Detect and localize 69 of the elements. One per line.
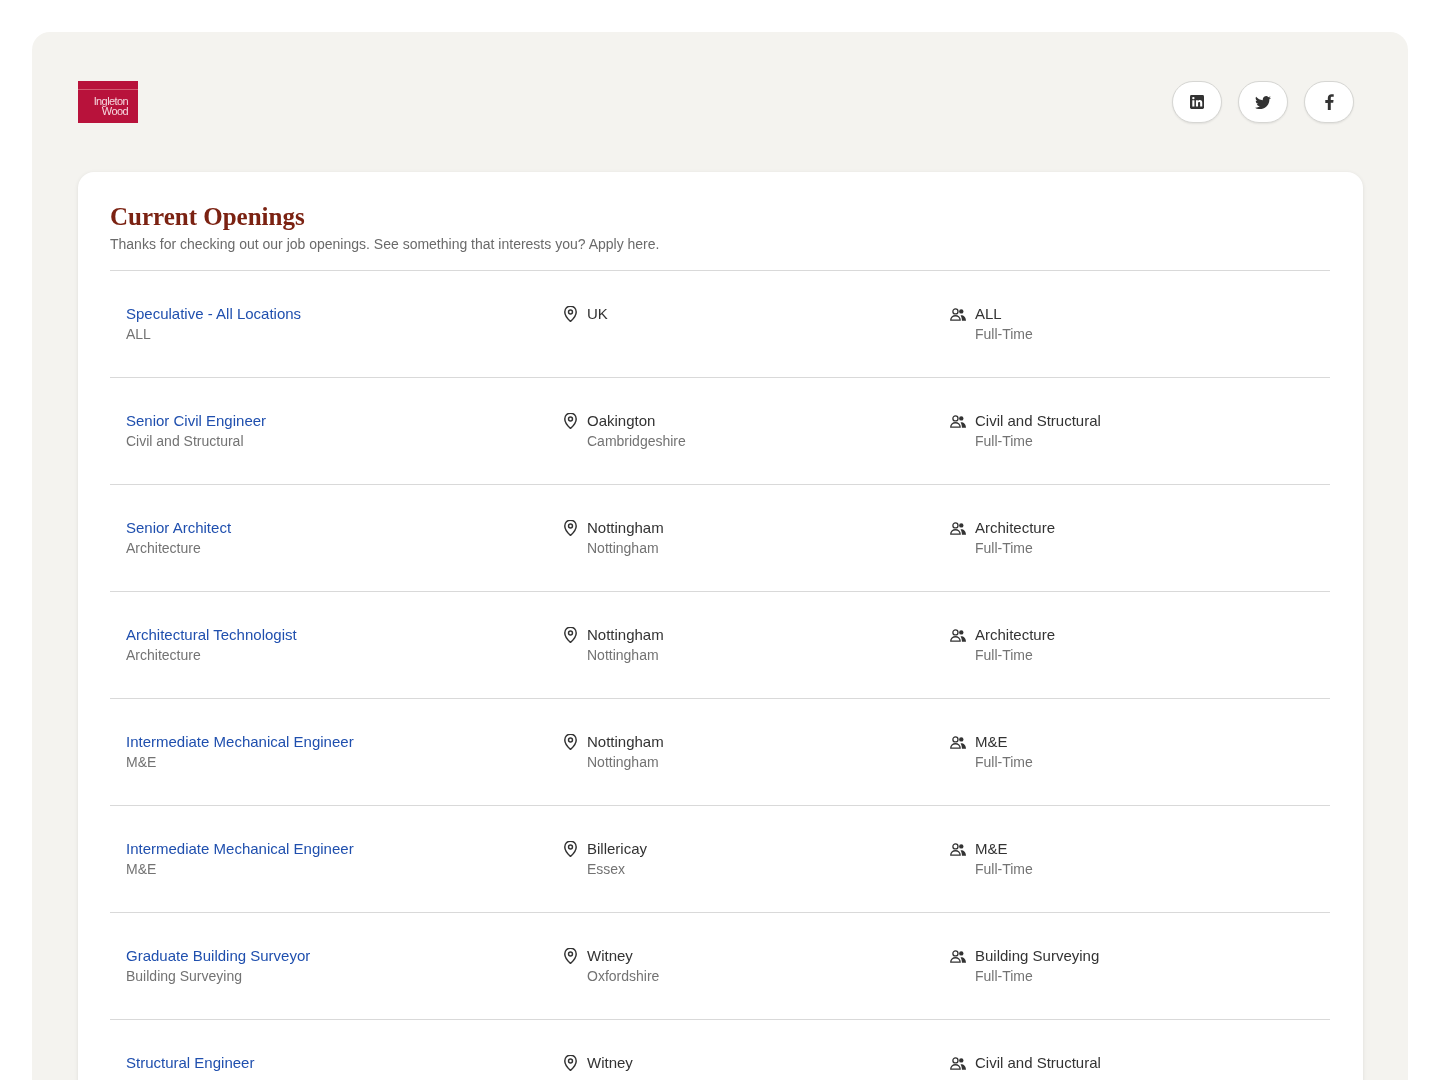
team-text: Architecture — [975, 518, 1056, 538]
department-text: Civil and Structural — [126, 432, 244, 451]
in-square-icon — [1190, 95, 1204, 109]
department-text: Building Surveying — [126, 967, 242, 986]
department-text: M&E — [126, 753, 157, 772]
location-pin-icon — [564, 841, 577, 857]
location-region: Cambridgeshire — [587, 432, 686, 451]
team-text: M&E — [975, 732, 1008, 752]
people-icon — [950, 950, 966, 963]
location-city: Witney — [587, 1053, 633, 1073]
team-text: Civil and Structural — [975, 1053, 1101, 1073]
job-type-text: Full-Time — [975, 753, 1033, 772]
location-region: Essex — [587, 860, 626, 879]
job-title-link[interactable]: Architectural Technologist — [126, 624, 297, 645]
people-icon — [950, 415, 966, 428]
department-text: Architecture — [126, 539, 201, 558]
location-city: Witney — [587, 946, 633, 966]
team-text: Civil and Structural — [975, 411, 1101, 431]
job-type-text: Full-Time — [975, 432, 1033, 451]
location-city: Billericay — [587, 839, 647, 859]
people-icon — [950, 308, 966, 321]
job-type-text: Full-Time — [975, 860, 1033, 879]
department-text: Architecture — [126, 646, 201, 665]
location-pin-icon — [564, 520, 577, 536]
department-text: M&E — [126, 860, 157, 879]
social-button[interactable] — [1238, 81, 1288, 123]
bird-icon — [1255, 95, 1271, 109]
people-icon — [950, 736, 966, 749]
job-type-text: Full-Time — [975, 325, 1033, 344]
location-region: Oxfordshire — [587, 967, 660, 986]
job-title-link[interactable]: Structural Engineer — [126, 1052, 255, 1073]
location-pin-icon — [564, 948, 577, 964]
letter-f-icon — [1324, 94, 1334, 110]
location-region: Nottingham — [587, 646, 659, 665]
page-heading: Current Openings — [110, 202, 306, 232]
location-city: Nottingham — [587, 518, 664, 538]
location-city: Nottingham — [587, 732, 664, 752]
job-title-link[interactable]: Intermediate Mechanical Engineer — [126, 731, 354, 752]
location-city: Nottingham — [587, 625, 664, 645]
location-pin-icon — [564, 627, 577, 643]
social-button[interactable] — [1172, 81, 1222, 123]
people-icon — [950, 629, 966, 642]
job-type-text: Full-Time — [975, 539, 1033, 558]
job-title-link[interactable]: Senior Architect — [126, 517, 232, 538]
location-city: Oakington — [587, 411, 656, 431]
location-city: UK — [587, 304, 608, 324]
job-title-link[interactable]: Intermediate Mechanical Engineer — [126, 838, 354, 859]
team-text: ALL — [975, 304, 1002, 324]
location-pin-icon — [564, 306, 577, 322]
team-text: Building Surveying — [975, 946, 1100, 966]
logo: Ingleton Wood — [78, 81, 138, 123]
team-text: Architecture — [975, 625, 1056, 645]
intro-text: Thanks for checking out our job openings. See something that interests you? Apply here. — [110, 235, 661, 254]
job-type-text: Full-Time — [975, 646, 1033, 665]
job-title-link[interactable]: Graduate Building Surveyor — [126, 945, 311, 966]
people-icon — [950, 843, 966, 856]
social-button[interactable] — [1304, 81, 1354, 123]
job-title-link[interactable]: Speculative - All Locations — [126, 303, 302, 324]
people-icon — [950, 1057, 966, 1070]
location-region: Nottingham — [587, 539, 659, 558]
location-region: Nottingham — [587, 753, 659, 772]
job-title-link[interactable]: Senior Civil Engineer — [126, 410, 267, 431]
location-pin-icon — [564, 413, 577, 429]
department-text: ALL — [126, 325, 151, 344]
location-pin-icon — [564, 734, 577, 750]
location-pin-icon — [564, 1055, 577, 1071]
team-text: M&E — [975, 839, 1008, 859]
job-type-text: Full-Time — [975, 967, 1033, 986]
people-icon — [950, 522, 966, 535]
